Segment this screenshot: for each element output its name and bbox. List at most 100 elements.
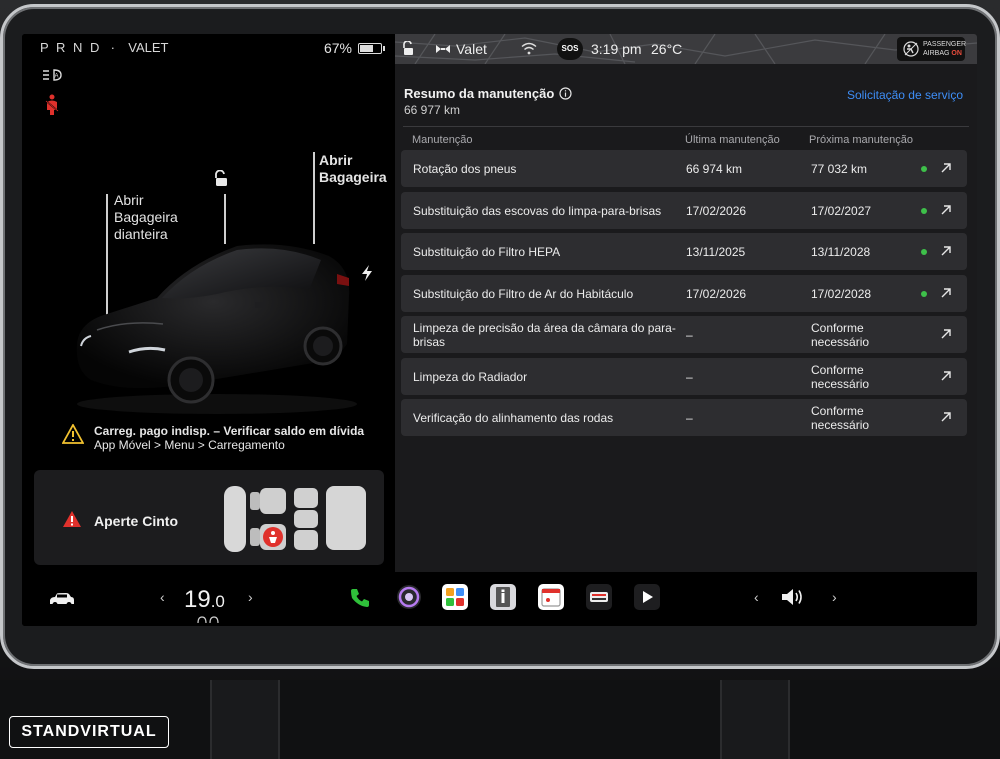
maintenance-last-date: 17/02/2026: [686, 203, 747, 218]
open-arrow-icon[interactable]: [939, 286, 953, 300]
maintenance-item-name: Substituição do Filtro HEPA: [413, 245, 561, 259]
car-controls-icon[interactable]: [48, 592, 76, 608]
open-arrow-icon[interactable]: [939, 161, 953, 175]
unlock-icon[interactable]: [212, 169, 230, 188]
open-arrow-icon[interactable]: [939, 369, 953, 383]
trunk-leader-line: [313, 152, 315, 244]
profile-name[interactable]: Valet: [456, 41, 487, 57]
maintenance-next-date: 17/02/2027: [811, 203, 872, 218]
airbag-icon: [903, 41, 919, 57]
maintenance-last-date: –: [686, 411, 693, 425]
wifi-icon: [521, 42, 537, 55]
outside-temperature: 26°C: [651, 41, 683, 57]
warning-triangle-icon: [62, 424, 84, 444]
camera-app-icon[interactable]: [396, 584, 422, 610]
odometer: 66 977 km: [404, 103, 461, 117]
maintenance-row[interactable]: Substituição do Filtro HEPA 13/11/2025 13/…: [401, 233, 967, 270]
battery-percent: 67%: [323, 40, 352, 56]
headlight-icon[interactable]: A: [42, 68, 62, 84]
column-header-next: Próxima manutenção: [809, 134, 913, 146]
alert-triangle-icon: [63, 511, 81, 527]
info-icon[interactable]: [559, 87, 572, 100]
volume-increase-button[interactable]: ›: [832, 589, 837, 605]
phone-icon[interactable]: [348, 586, 372, 610]
maintenance-item-name: Verificação do alinhamento das rodas: [413, 411, 614, 425]
volume-decrease-button[interactable]: ‹: [754, 589, 759, 605]
touchscreen: P R N D · VALET 67% A Abrir Bagageira di…: [22, 34, 977, 626]
unlock-small-icon[interactable]: [401, 41, 415, 57]
seatbelt-warning-icon: [42, 94, 62, 115]
gear-indicator: P R N D · VALET: [40, 40, 169, 55]
mode-text: VALET: [128, 40, 169, 55]
seatbelt-card[interactable]: Aperte Cinto: [34, 470, 384, 565]
maintenance-row[interactable]: Rotação dos pneus 66 974 km 77 032 km: [401, 150, 967, 187]
battery-status[interactable]: 67%: [323, 40, 385, 56]
warning-line-2: App Móvel > Menu > Carregamento: [94, 438, 285, 452]
warning-line-1: Carreg. pago indisp. – Verificar saldo e…: [94, 424, 365, 438]
open-arrow-icon[interactable]: [939, 203, 953, 217]
header-divider: [403, 126, 969, 127]
status-ok-dot: [921, 207, 927, 214]
maintenance-item-name: Substituição das escovas do limpa-para-b…: [413, 203, 662, 218]
svg-text:A: A: [55, 74, 59, 80]
maintenance-row[interactable]: Substituição do Filtro de Ar do Habitácu…: [401, 274, 967, 312]
maintenance-next-date: Conforme necessário: [811, 362, 870, 391]
battery-icon: [358, 42, 385, 54]
maintenance-panel: Valet SOS 3:19 pm 26°C PASSENGER AIRBAG …: [395, 34, 977, 572]
maintenance-item-name: Limpeza de precisão da área da câmara do…: [413, 321, 676, 349]
column-header-item: Manutenção: [412, 134, 473, 146]
manual-app-icon[interactable]: [490, 584, 516, 610]
maintenance-item-name: Rotação dos pneus: [413, 162, 517, 176]
seat-detail-right: [720, 680, 790, 759]
gear-text: P R N D: [40, 40, 102, 55]
temp-decrease-button[interactable]: ‹: [160, 589, 165, 605]
maintenance-next-date: Conforme necessário: [811, 321, 870, 349]
trunk-label[interactable]: Abrir Bagageira: [319, 152, 387, 186]
sos-button[interactable]: SOS: [557, 38, 583, 60]
seat-detail-left: [210, 680, 280, 759]
service-request-link[interactable]: Solicitação de serviço: [847, 88, 963, 102]
vehicle-render: [76, 244, 357, 414]
media-app-icon[interactable]: [634, 584, 660, 610]
maintenance-row[interactable]: Verificação do alinhamento das rodas – Con…: [401, 399, 967, 436]
status-ok-dot: [921, 166, 927, 172]
maintenance-last-date: –: [686, 369, 693, 384]
toybox-app-icon[interactable]: [442, 584, 468, 610]
maintenance-last-date: 13/11/2025: [686, 245, 746, 259]
maintenance-last-date: 66 974 km: [686, 162, 743, 176]
maintenance-last-date: –: [686, 328, 693, 342]
maintenance-next-date: 13/11/2028: [811, 245, 871, 259]
seatbelt-label: Aperte Cinto: [94, 513, 178, 529]
charging-warning[interactable]: Carreg. pago indisp. – Verificar saldo e…: [62, 424, 364, 452]
maintenance-item-name: Substituição do Filtro de Ar do Habitácu…: [413, 286, 634, 301]
watermark-logo: STANDVIRTUAL: [9, 716, 169, 748]
column-header-last: Última manutenção: [685, 134, 780, 146]
dashcam-app-icon[interactable]: [586, 584, 612, 610]
maintenance-next-date: 17/02/2028: [811, 286, 872, 301]
open-arrow-icon[interactable]: [939, 327, 953, 341]
maintenance-item-name: Limpeza do Radiador: [413, 369, 528, 384]
taskbar: ‹ 19.0 › ‹ ›: [22, 572, 977, 626]
maintenance-last-date: 17/02/2026: [686, 286, 747, 301]
clock: 3:19 pm: [591, 41, 642, 57]
calendar-app-icon[interactable]: [538, 584, 564, 610]
seat-map-diagram: [224, 486, 366, 552]
maintenance-row[interactable]: Limpeza de precisão da área da câmara do…: [401, 316, 967, 353]
temp-increase-button[interactable]: ›: [248, 589, 253, 605]
open-arrow-icon[interactable]: [939, 244, 953, 258]
car-panel: P R N D · VALET 67% A Abrir Bagageira di…: [22, 34, 394, 572]
maintenance-title: Resumo da manutenção: [404, 86, 572, 101]
status-ok-dot: [921, 290, 927, 297]
passenger-airbag-indicator: PASSENGER AIRBAG ON: [897, 37, 966, 61]
status-ok-dot: [921, 249, 927, 255]
maintenance-row[interactable]: Limpeza do Radiador – Conforme necessário: [401, 357, 967, 395]
maintenance-next-date: 77 032 km: [811, 162, 868, 176]
maintenance-row[interactable]: Substituição das escovas do limpa-para-b…: [401, 191, 967, 229]
top-status-bar: Valet SOS 3:19 pm 26°C PASSENGER AIRBAG …: [395, 34, 977, 64]
valet-icon: [436, 45, 450, 53]
volume-icon[interactable]: [780, 587, 806, 607]
cabin-temperature[interactable]: 19.0: [184, 586, 225, 614]
open-arrow-icon[interactable]: [939, 410, 953, 424]
maintenance-next-date: Conforme necessário: [811, 404, 870, 432]
seat-heater-icon[interactable]: [196, 615, 220, 624]
